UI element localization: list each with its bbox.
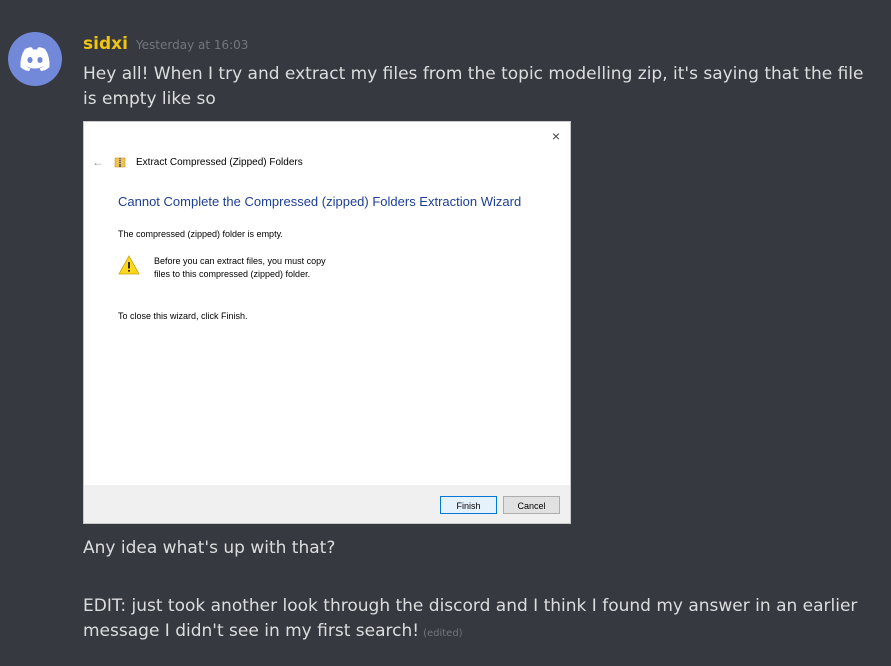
empty-message: The compressed (zipped) folder is empty. [118, 229, 283, 239]
message-text-2: Any idea what's up with that? [83, 538, 336, 558]
close-instructions: To close this wizard, click Finish. [118, 311, 248, 321]
message-text-3: EDIT: just took another look through the… [83, 594, 873, 646]
timestamp: Yesterday at 16:03 [135, 38, 249, 52]
username[interactable]: sidxi [83, 34, 128, 54]
wizard-title: Cannot Complete the Compressed (zipped) … [118, 194, 522, 209]
wizard-header-text: Extract Compressed (Zipped) Folders [136, 156, 303, 168]
cancel-button[interactable]: Cancel [503, 496, 560, 514]
discord-logo-icon [20, 47, 50, 71]
back-arrow-icon[interactable]: ← [92, 155, 104, 169]
avatar[interactable] [8, 32, 62, 86]
message-header: sidxi Yesterday at 16:03 [83, 34, 248, 54]
wizard-header: ← Extract Compressed (Zipped) Folders [92, 155, 303, 169]
wizard-footer: Finish Cancel [84, 485, 570, 523]
zip-folder-icon [114, 157, 126, 168]
warning-icon [118, 255, 140, 275]
warning-text: Before you can extract files, you must c… [154, 256, 326, 279]
screenshot-attachment[interactable]: × ← Extract Compressed (Zipped) Folders … [83, 121, 571, 524]
finish-button[interactable]: Finish [440, 496, 497, 514]
message-text: Hey all! When I try and extract my files… [83, 64, 864, 109]
warning-block: Before you can extract files, you must c… [118, 255, 329, 281]
edit-text: EDIT: just took another look through the… [83, 596, 858, 641]
edited-tag: (edited) [423, 628, 463, 639]
close-icon[interactable]: × [552, 128, 560, 144]
